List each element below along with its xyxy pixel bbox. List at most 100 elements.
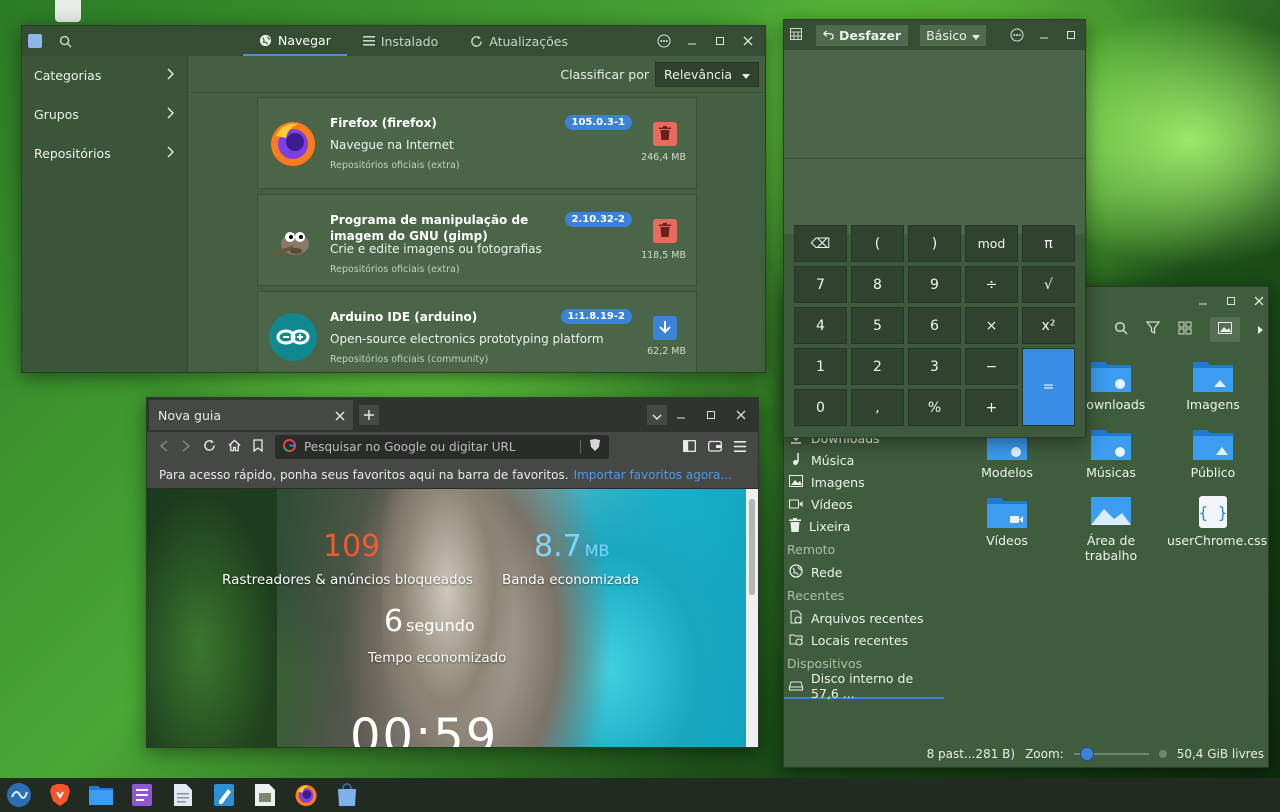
key-6[interactable]: 6 (908, 307, 961, 344)
maximize-icon[interactable] (713, 34, 727, 48)
folder-images[interactable]: Imagens (1167, 359, 1259, 412)
key-mod[interactable]: mod (965, 225, 1018, 262)
maximize-icon[interactable] (704, 408, 718, 422)
document-icon[interactable] (169, 781, 197, 809)
key-8[interactable]: 8 (851, 266, 904, 303)
zoom-slider[interactable] (1073, 747, 1149, 761)
place-trash[interactable]: Lixeira (784, 515, 959, 537)
firefox-icon[interactable] (292, 781, 320, 809)
folder-desktop[interactable]: Área de trabalho (1065, 495, 1157, 563)
tab-browse[interactable]: Navegar (243, 26, 347, 56)
tab-updates[interactable]: Atualizações (454, 26, 584, 56)
key-percent[interactable]: % (908, 389, 961, 426)
key-sqrt[interactable]: √ (1022, 266, 1075, 303)
app-menu-icon[interactable] (5, 781, 33, 809)
place-images[interactable]: Imagens (784, 471, 959, 493)
maximize-icon[interactable] (1224, 294, 1238, 308)
editor-icon[interactable] (210, 781, 238, 809)
key-3[interactable]: 3 (908, 348, 961, 385)
files-icon[interactable] (87, 781, 115, 809)
maximize-icon[interactable] (1064, 28, 1078, 42)
key-1[interactable]: 1 (794, 348, 847, 385)
folder-public[interactable]: Público (1167, 427, 1259, 480)
package-icon[interactable] (251, 781, 279, 809)
software-store-icon[interactable] (333, 781, 361, 809)
page-scrollbar[interactable] (746, 489, 758, 747)
key-9[interactable]: 9 (908, 266, 961, 303)
minimize-icon[interactable] (685, 34, 699, 48)
forward-icon[interactable] (181, 439, 191, 455)
sidebar-item-repositories[interactable]: Repositórios (22, 134, 187, 173)
back-icon[interactable] (159, 439, 169, 455)
key-multiply[interactable]: × (965, 307, 1018, 344)
more-arrow-icon[interactable] (1258, 322, 1263, 337)
key-divide[interactable]: ÷ (965, 266, 1018, 303)
sidebar-toggle-icon[interactable] (683, 439, 696, 455)
menu-icon[interactable] (657, 34, 671, 48)
key-plus[interactable]: + (965, 389, 1018, 426)
app-card-firefox[interactable]: Firefox (firefox) Navegue na Internet Re… (257, 97, 697, 189)
folder-videos[interactable]: Vídeos (961, 495, 1053, 548)
close-icon[interactable] (1252, 294, 1266, 308)
key-0[interactable]: 0 (794, 389, 847, 426)
search-icon[interactable] (1114, 321, 1128, 338)
key-minus[interactable]: − (965, 348, 1018, 385)
browser-tab[interactable]: Nova guia (149, 400, 353, 430)
key-backspace[interactable]: ⌫ (794, 225, 847, 262)
key-2[interactable]: 2 (851, 348, 904, 385)
sort-select[interactable]: Relevância (655, 61, 759, 87)
filter-icon[interactable] (1145, 321, 1161, 338)
reload-icon[interactable] (203, 439, 216, 455)
notes-icon[interactable] (128, 781, 156, 809)
scrollbar-thumb[interactable] (749, 499, 755, 595)
key-close-paren[interactable]: ) (908, 225, 961, 262)
minimize-icon[interactable] (674, 408, 688, 422)
hamburger-menu-icon[interactable] (734, 440, 746, 455)
search-icon[interactable] (59, 35, 72, 48)
home-icon[interactable] (228, 439, 241, 455)
minimize-icon[interactable] (1037, 28, 1051, 42)
place-videos[interactable]: Vídeos (784, 493, 959, 515)
key-decimal[interactable]: , (851, 389, 904, 426)
key-open-paren[interactable]: ( (851, 225, 904, 262)
tab-installed[interactable]: Instalado (347, 26, 454, 56)
place-recent-places[interactable]: Locais recentes (784, 629, 959, 651)
brave-icon[interactable] (46, 781, 74, 809)
device-internal-disk[interactable]: Disco interno de 57,6 ... (784, 671, 944, 701)
key-equals[interactable]: = (1022, 348, 1075, 426)
menu-icon[interactable] (1010, 28, 1024, 42)
key-5[interactable]: 5 (851, 307, 904, 344)
tab-list-button[interactable] (647, 405, 667, 425)
remove-button[interactable] (653, 122, 677, 146)
place-network[interactable]: Rede (784, 561, 959, 583)
app-card-gimp[interactable]: Programa de manipulação de imagem do GNU… (257, 194, 697, 286)
import-bookmarks-link[interactable]: Importar favoritos agora... (574, 468, 732, 482)
minimize-icon[interactable] (1196, 294, 1210, 308)
grid-view-icon[interactable] (1178, 321, 1192, 338)
close-icon[interactable] (734, 408, 748, 422)
sidebar-item-categories[interactable]: Categorias (22, 56, 187, 95)
calc-display[interactable] (784, 50, 1085, 234)
key-7[interactable]: 7 (794, 266, 847, 303)
key-4[interactable]: 4 (794, 307, 847, 344)
trash-desktop-icon[interactable] (55, 0, 81, 22)
app-card-arduino[interactable]: Arduino IDE (arduino) Open-source electr… (257, 291, 697, 372)
close-tab-icon[interactable] (335, 409, 345, 424)
key-square[interactable]: x² (1022, 307, 1075, 344)
mode-select[interactable]: Básico (920, 24, 986, 46)
file-userchrome-css[interactable]: { } userChrome.css (1167, 495, 1267, 548)
preview-icon[interactable] (1210, 317, 1240, 342)
place-recent-files[interactable]: Arquivos recentes (784, 607, 959, 629)
install-button[interactable] (653, 316, 677, 340)
remove-button[interactable] (653, 219, 677, 243)
place-music[interactable]: Música (784, 449, 959, 471)
undo-button[interactable]: Desfazer (816, 24, 909, 46)
sidebar-item-groups[interactable]: Grupos (22, 95, 187, 134)
bookmark-icon[interactable] (253, 439, 263, 455)
brave-shields-icon[interactable] (589, 439, 601, 455)
zoom-slider-handle[interactable] (1079, 747, 1094, 761)
wallet-icon[interactable] (708, 440, 722, 455)
url-bar[interactable]: Pesquisar no Google ou digitar URL (275, 435, 609, 459)
close-icon[interactable] (741, 34, 755, 48)
new-tab-button[interactable] (359, 405, 379, 425)
